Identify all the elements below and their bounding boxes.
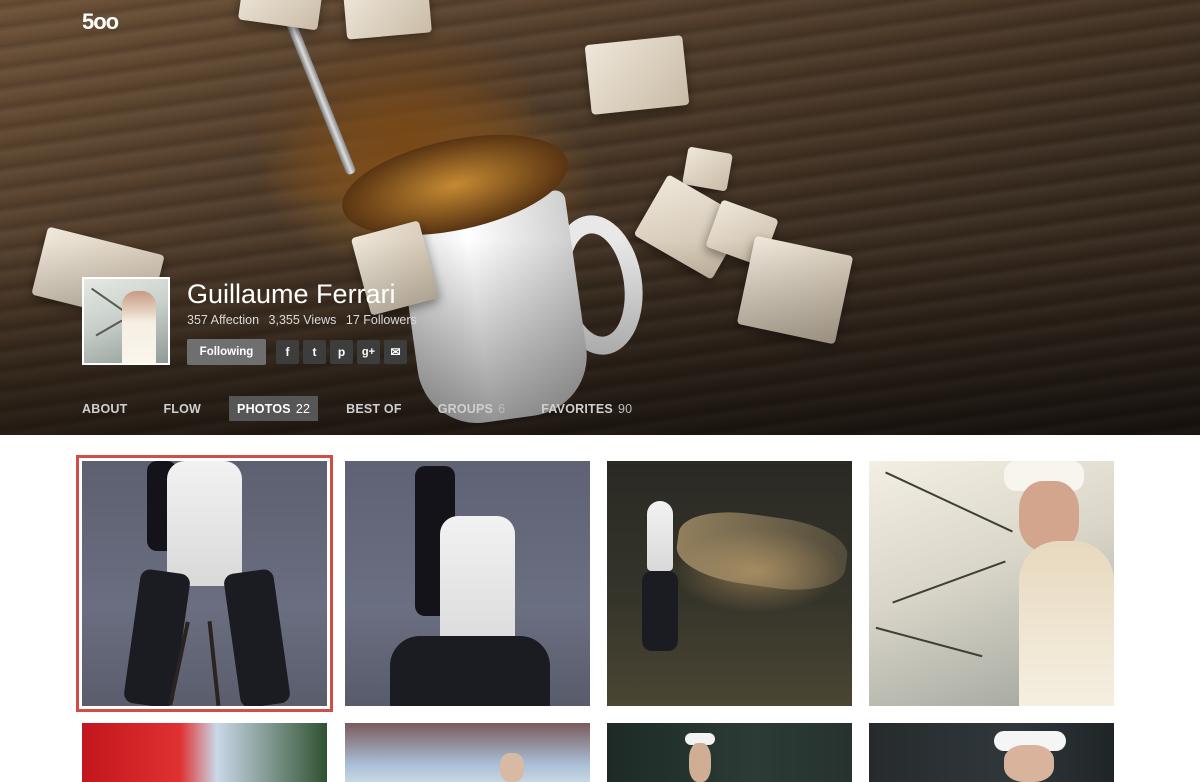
site-logo[interactable]: 5oo xyxy=(82,9,119,35)
pinterest-icon[interactable]: p xyxy=(330,340,353,364)
tab-favorites[interactable]: FAVORITES 90 xyxy=(533,396,640,421)
photo-thumbnail[interactable] xyxy=(82,461,327,706)
sugar-cube xyxy=(584,35,690,115)
tab-about[interactable]: ABOUT xyxy=(82,396,135,421)
photo-thumbnail[interactable] xyxy=(607,723,852,782)
affection-count: 357 Affection xyxy=(187,313,260,327)
tab-photos[interactable]: PHOTOS 22 xyxy=(229,396,319,421)
facebook-icon[interactable]: f xyxy=(276,340,299,364)
avatar[interactable] xyxy=(82,277,170,365)
tab-best-of[interactable]: BEST OF xyxy=(338,396,410,421)
photo-thumbnail[interactable] xyxy=(869,461,1114,706)
photo-thumbnail[interactable] xyxy=(607,461,852,706)
tab-groups[interactable]: GROUPS 6 xyxy=(430,396,514,421)
sugar-cube xyxy=(682,146,733,192)
google-plus-icon[interactable]: g+ xyxy=(357,340,380,364)
tab-flow[interactable]: FLOW xyxy=(155,396,209,421)
following-button[interactable]: Following xyxy=(187,339,266,365)
followers-count: 17 Followers xyxy=(345,313,417,327)
profile-stats: 357 Affection 3,355 Views 17 Followers xyxy=(187,313,423,327)
profile-tabs: ABOUT FLOW PHOTOS 22 BEST OF GROUPS 6 FAVO… xyxy=(82,396,660,421)
email-icon[interactable]: ✉ xyxy=(384,340,407,364)
cover-photo xyxy=(0,0,1200,435)
photo-thumbnail[interactable] xyxy=(345,723,590,782)
views-count: 3,355 Views xyxy=(268,313,337,327)
photo-thumbnail[interactable] xyxy=(869,723,1114,782)
tab-count: 90 xyxy=(617,401,633,416)
twitter-icon[interactable]: t xyxy=(303,340,326,364)
photo-thumbnail[interactable] xyxy=(345,461,590,706)
photo-thumbnail[interactable] xyxy=(82,723,327,782)
tab-count: 22 xyxy=(295,401,311,416)
tab-count: 6 xyxy=(498,401,506,416)
profile-name: Guillaume Ferrari xyxy=(187,279,396,309)
